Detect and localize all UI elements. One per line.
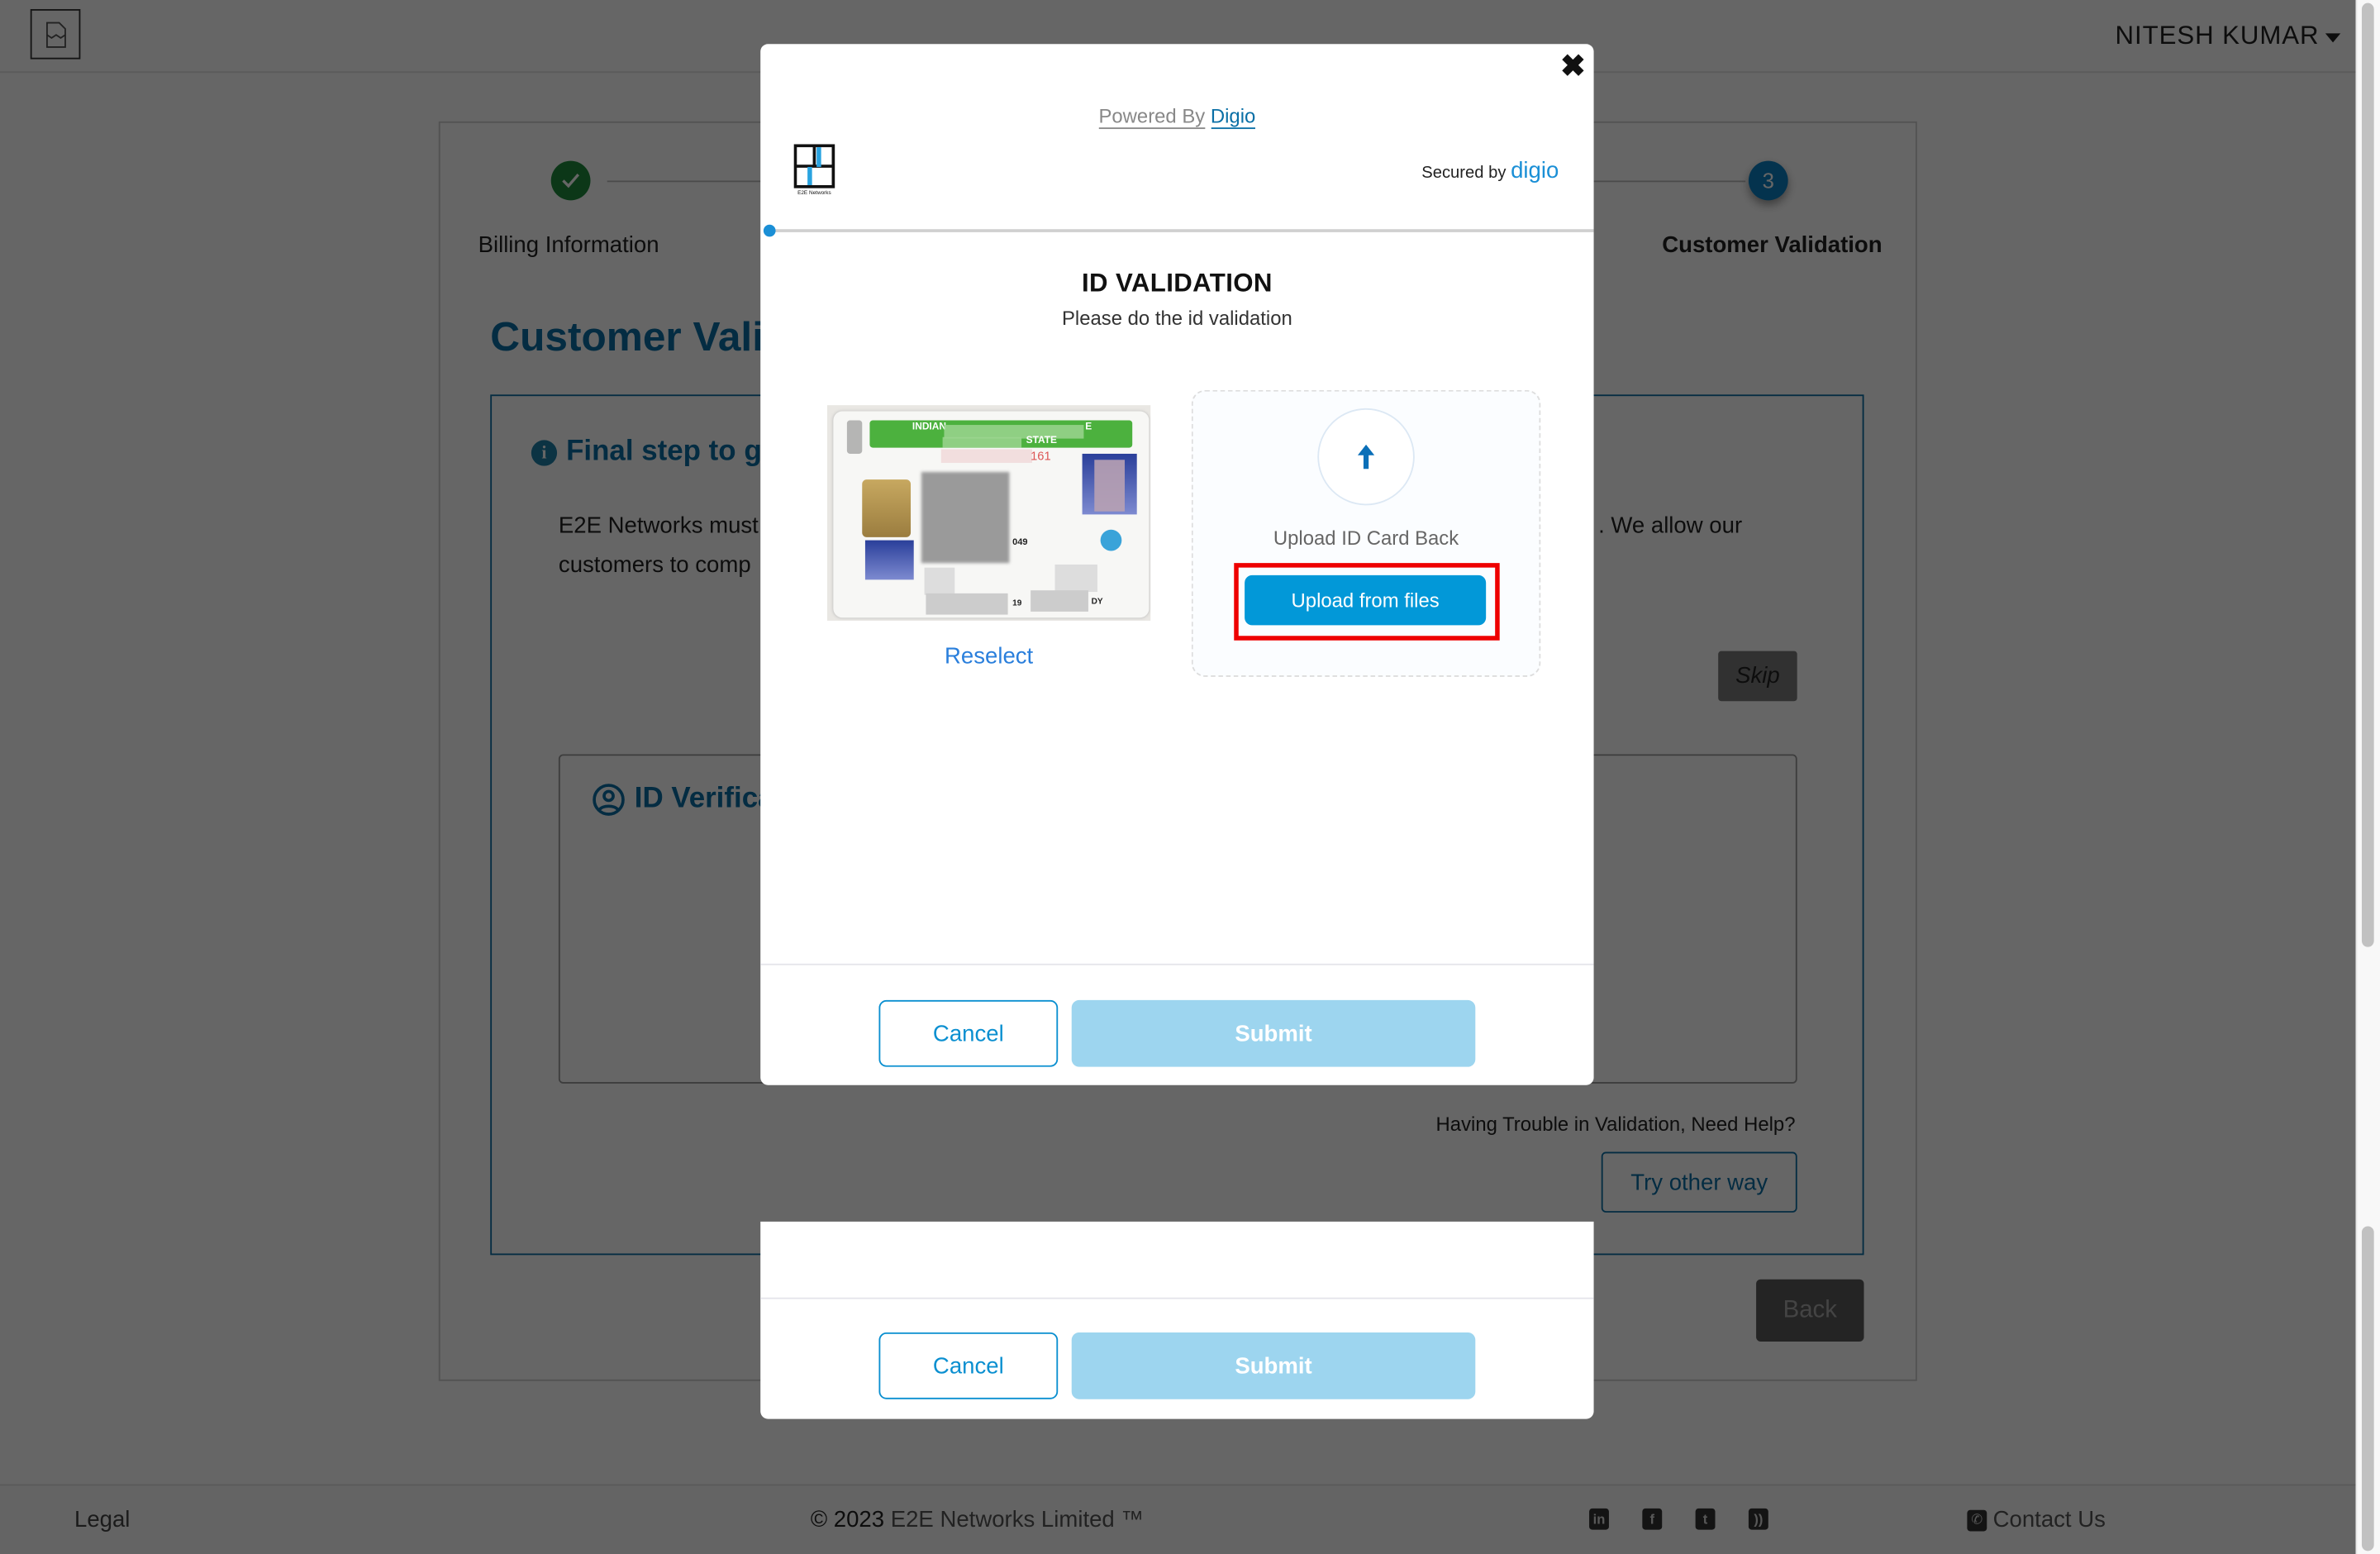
redaction-blur xyxy=(942,436,1022,448)
id-validation-modal: Powered By Digio ✖ E2E Networks Secured … xyxy=(760,44,1594,1085)
submit-button-secondary[interactable]: Submit xyxy=(1071,1332,1476,1399)
upload-from-files-button[interactable]: Upload from files xyxy=(1245,574,1487,626)
redaction-blur xyxy=(940,449,1032,463)
card-header-state: STATE xyxy=(1026,435,1057,446)
cancel-button[interactable]: Cancel xyxy=(878,999,1059,1067)
digio-link[interactable]: Digio xyxy=(1210,104,1256,130)
card-text-fragment: 049 xyxy=(1012,538,1028,548)
card-hologram xyxy=(1100,529,1122,551)
digio-brand: digio xyxy=(1511,157,1559,184)
redaction-blur xyxy=(1031,590,1088,612)
emblem-icon xyxy=(846,420,863,454)
upload-id-back-label: Upload ID Card Back xyxy=(1273,527,1459,550)
divider xyxy=(760,963,1594,965)
powered-by-text: Powered By xyxy=(1098,104,1206,130)
id-card-front-preview: INDIAN E STATE 161 049 19 DY xyxy=(827,405,1151,621)
card-text-fragment: 19 xyxy=(1012,599,1022,609)
screen: NITESH KUMAR Billing Information 3 Custo… xyxy=(0,0,2380,1554)
redaction-blur xyxy=(921,471,1010,564)
redaction-blur xyxy=(926,593,1008,615)
submit-button[interactable]: Submit xyxy=(1071,999,1476,1067)
secured-by-text: Secured by xyxy=(1421,164,1507,183)
modal-heading: ID VALIDATION xyxy=(1081,268,1273,298)
card-header-text-end: E xyxy=(1085,422,1092,433)
cancel-button-secondary[interactable]: Cancel xyxy=(878,1332,1059,1399)
reselect-link[interactable]: Reselect xyxy=(827,643,1150,669)
photo-blur-face xyxy=(1094,460,1126,512)
progress-indicator xyxy=(763,224,776,237)
photo-blur-small xyxy=(864,540,914,580)
upload-circle[interactable] xyxy=(1317,408,1415,506)
divider xyxy=(760,1297,1594,1299)
svg-text:E2E Networks: E2E Networks xyxy=(797,190,831,196)
scrollbar-thumb[interactable] xyxy=(2361,2,2374,947)
card-chip xyxy=(862,479,912,537)
scrollbar-thumb-inner[interactable] xyxy=(2361,1226,2374,1552)
modal-duplicate-footer: Cancel Submit xyxy=(760,1221,1594,1419)
e2e-networks-logo: E2E Networks xyxy=(793,144,835,196)
card-number-fragment: 161 xyxy=(1031,449,1051,463)
redaction-blur xyxy=(924,567,955,595)
secured-by-digio: Secured by digio xyxy=(1421,158,1559,184)
progress-bar xyxy=(768,229,1594,232)
redaction-blur xyxy=(1054,564,1097,593)
arrow-up-icon xyxy=(1357,444,1375,470)
card-header-text: INDIAN xyxy=(912,422,947,433)
powered-by: Powered By Digio xyxy=(760,104,1593,130)
close-icon[interactable]: ✖ xyxy=(1560,51,1586,82)
card-text-fragment: DY xyxy=(1091,598,1103,608)
modal-subheading: Please do the id validation xyxy=(1061,306,1292,330)
